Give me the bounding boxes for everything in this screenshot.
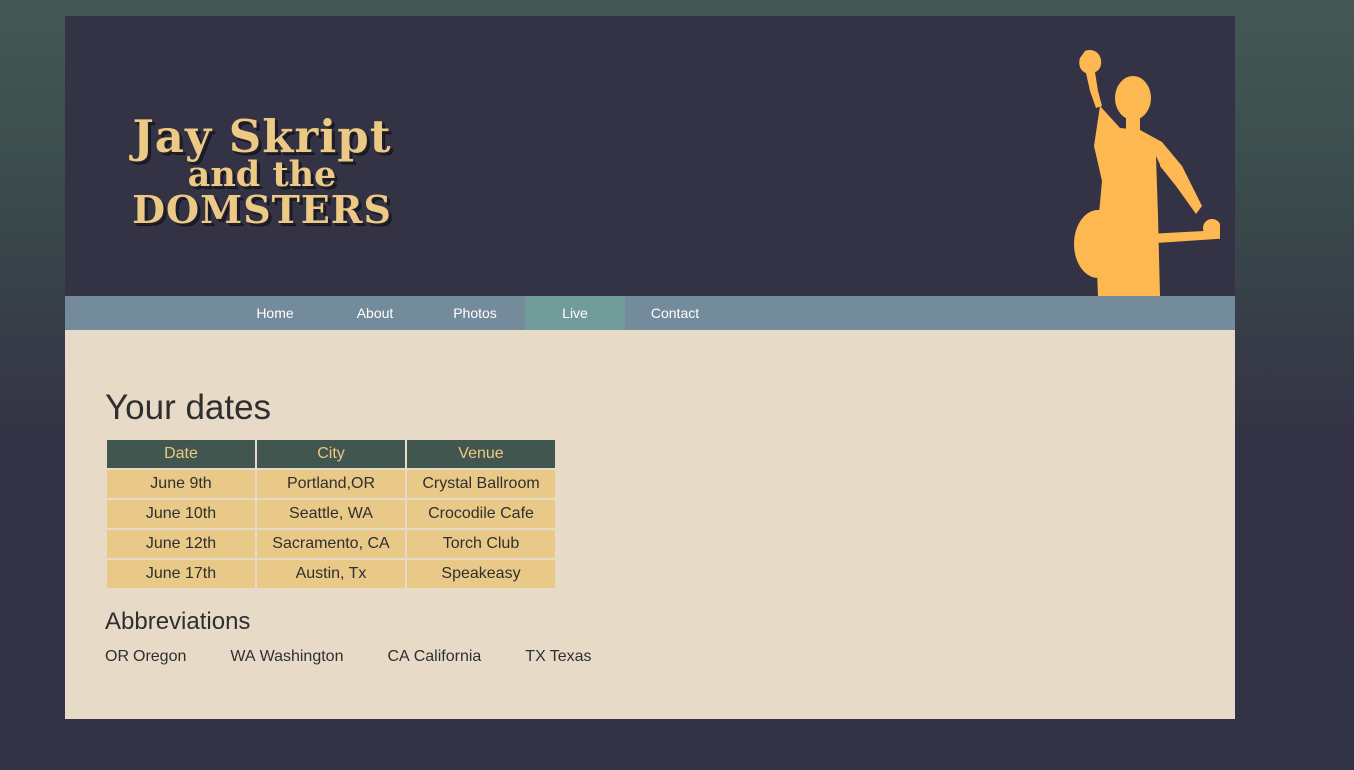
abbreviation-code: WA	[230, 648, 256, 665]
date-cell: June 10th	[107, 500, 255, 528]
table-header-row: Date City Venue	[107, 440, 555, 468]
nav-list: Home About Photos Live Contact	[225, 296, 725, 330]
abbreviation-name: Washington	[259, 648, 344, 665]
venue-cell: Crystal Ballroom	[407, 470, 555, 498]
nav-item-live[interactable]: Live	[525, 296, 625, 330]
city-cell: Seattle, WA	[257, 500, 405, 528]
abbreviation-item: OR Oregon	[105, 648, 186, 666]
guitarist-silhouette-icon	[1074, 50, 1220, 296]
column-header-date: Date	[107, 440, 255, 468]
abbreviation-name: Texas	[549, 648, 592, 665]
venue-cell: Speakeasy	[407, 560, 555, 588]
table-row: June 12th Sacramento, CA Torch Club	[107, 530, 555, 558]
abbreviation-item: WA Washington	[230, 648, 343, 666]
abbreviation-code: CA	[387, 648, 410, 665]
column-header-city: City	[257, 440, 405, 468]
city-cell: Sacramento, CA	[257, 530, 405, 558]
abbreviation-name: California	[413, 648, 482, 665]
nav-item-photos[interactable]: Photos	[425, 296, 525, 330]
table-row: June 17th Austin, Tx Speakeasy	[107, 560, 555, 588]
main-content: Your dates Date City Venue June 9th Port…	[65, 330, 1235, 719]
tour-dates-table: Date City Venue June 9th Portland,OR Cry…	[105, 438, 557, 590]
site-header: Jay Skript and the DOMSTERS	[65, 16, 1235, 296]
band-logo[interactable]: Jay Skript and the DOMSTERS	[117, 114, 407, 229]
table-row: June 9th Portland,OR Crystal Ballroom	[107, 470, 555, 498]
logo-line-1: Jay Skript	[132, 110, 392, 163]
page-title: Your dates	[105, 388, 272, 427]
abbreviation-code: OR	[105, 648, 129, 665]
city-cell: Portland,OR	[257, 470, 405, 498]
abbreviation-name: Oregon	[133, 648, 187, 665]
main-navigation: Home About Photos Live Contact	[65, 296, 1235, 330]
venue-cell: Crocodile Cafe	[407, 500, 555, 528]
date-cell: June 12th	[107, 530, 255, 558]
city-cell: Austin, Tx	[257, 560, 405, 588]
date-cell: June 9th	[107, 470, 255, 498]
page: Jay Skript and the DOMSTERS Home About P…	[65, 16, 1235, 719]
nav-item-contact[interactable]: Contact	[625, 296, 725, 330]
abbreviation-item: TX Texas	[525, 648, 591, 666]
logo-line-3: DOMSTERS	[132, 187, 392, 232]
abbreviations-heading: Abbreviations	[105, 608, 251, 635]
nav-item-about[interactable]: About	[325, 296, 425, 330]
table-row: June 10th Seattle, WA Crocodile Cafe	[107, 500, 555, 528]
date-cell: June 17th	[107, 560, 255, 588]
abbreviations-list: OR Oregon WA Washington CA California TX Tex…	[105, 648, 636, 666]
abbreviation-code: TX	[525, 648, 546, 665]
nav-item-home[interactable]: Home	[225, 296, 325, 330]
abbreviation-item: CA California	[387, 648, 481, 666]
column-header-venue: Venue	[407, 440, 555, 468]
venue-cell: Torch Club	[407, 530, 555, 558]
